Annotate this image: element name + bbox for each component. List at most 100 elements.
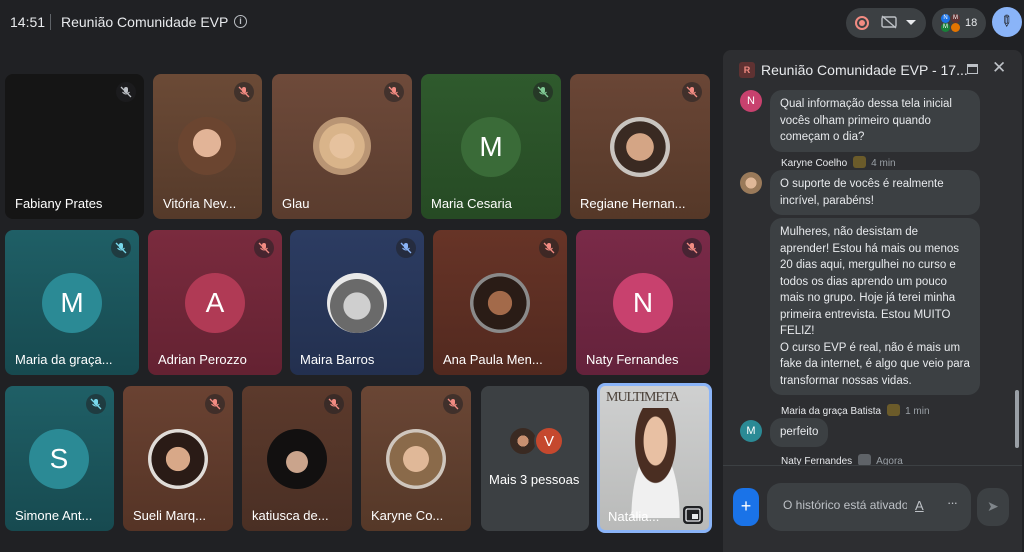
participant-name: Glau [282,196,310,211]
message-meta: Karyne Coelho 4 min [781,156,896,169]
avatar-letter: M [42,273,102,333]
meeting-logo: R [739,62,755,78]
participant-count: 18 [965,17,978,29]
info-icon[interactable]: i [234,15,247,28]
participant-name: Maria da graça... [15,352,113,367]
participant-name: Naty Fernandes [586,352,679,367]
chevron-down-icon[interactable] [906,20,916,25]
chat-scrollbar[interactable] [1015,390,1019,448]
chat-composer: + A ··· ➤ [723,465,1022,552]
mic-off-icon [682,238,702,258]
message-time: 1 min [905,406,930,417]
clock: 14:51 [10,14,46,30]
more-people-label: Mais 3 pessoas [489,472,580,487]
mic-off-icon [111,238,131,258]
avatar-photo [178,117,236,175]
message-meta: Maria da graça Batista 1 min [781,404,930,417]
self-video [618,408,693,518]
chat-title: Reunião Comunidade EVP - 17... [761,62,968,78]
participant-name: Natália... [608,509,660,524]
format-text-icon[interactable]: A [915,498,924,513]
participants-button[interactable]: N M M 18 [932,8,986,38]
mic-off-icon [234,82,254,102]
mic-off-icon [116,82,136,102]
participant-tile[interactable]: A Adrian Perozzo [148,230,282,375]
chat-bubble: perfeito [770,418,829,447]
avatar-letter: V [534,426,564,456]
recording-controls[interactable] [846,8,926,38]
chat-bubble: Mulheres, não desistam de aprender! Esto… [770,218,980,395]
self-view-tile[interactable]: MULTIMETA Natália... [597,383,712,533]
calendar-icon[interactable] [967,64,978,74]
participant-tile[interactable]: Vitória Nev... [153,74,262,219]
participant-name: Ana Paula Men... [443,352,543,367]
participant-tile[interactable]: M Maria Cesaria [421,74,561,219]
pen-sparkle-icon: ✎ [995,10,1017,32]
more-options-icon[interactable]: ··· [947,495,958,510]
participant-name: Vitória Nev... [163,196,237,211]
captions-off-icon[interactable] [881,15,897,32]
send-button[interactable]: ➤ [977,488,1009,526]
avatar: N [740,90,762,112]
participant-tile[interactable]: M Maria da graça... [5,230,139,375]
participant-tile[interactable]: S Simone Ant... [5,386,114,531]
participant-tile[interactable]: N Naty Fernandes [576,230,710,375]
participant-name: Karyne Co... [371,508,444,523]
meeting-title: Reunião Comunidade EVP [61,14,229,30]
mic-off-icon [682,82,702,102]
top-bar: 14:51 Reunião Comunidade EVP i N M M 18 … [0,0,1024,44]
participant-name: Fabiany Prates [15,196,103,211]
avatar-photo [610,117,670,177]
participant-tile[interactable]: Ana Paula Men... [433,230,567,375]
sender-name: Maria da graça Batista [781,406,882,417]
chat-messages: N Qual informação dessa tela inicial voc… [723,90,1022,466]
wall-sign-text: MULTIMETA [606,390,680,405]
pip-icon[interactable] [683,506,703,524]
avatar-photo [267,429,327,489]
host-badge-icon [887,404,901,416]
avatar-letter: S [29,429,89,489]
mic-off-icon [324,394,344,414]
participant-tile[interactable]: Fabiany Prates [5,74,144,219]
more-participants-tile[interactable]: V Mais 3 pessoas [481,386,589,531]
participant-tile[interactable]: katiusca de... [242,386,352,531]
participant-name: katiusca de... [252,508,329,523]
avatar-letter: M [461,117,521,177]
record-icon[interactable] [855,16,869,30]
chat-panel: R Reunião Comunidade EVP - 17... ✕ N Qua… [723,50,1022,552]
mic-off-icon [254,238,274,258]
avatar-letter: A [185,273,245,333]
close-icon[interactable]: ✕ [992,58,1006,78]
add-button[interactable]: + [733,488,759,526]
message-input[interactable] [783,498,907,512]
mini-avatar: N [941,14,950,23]
message-time: 4 min [871,158,896,169]
participant-tile[interactable]: Sueli Marq... [123,386,233,531]
participant-tile[interactable]: Regiane Hernan... [570,74,710,219]
mini-avatar [951,23,960,32]
avatar-letter: N [613,273,673,333]
chat-bubble: O suporte de vocês é realmente incrível,… [770,170,980,215]
participant-tile[interactable]: Karyne Co... [361,386,471,531]
mic-off-icon [384,82,404,102]
gemini-button[interactable]: ✎ [992,7,1022,37]
avatar-photo [386,429,446,489]
participant-name: Simone Ant... [15,508,93,523]
participant-name: Maria Cesaria [431,196,512,211]
chat-bubble: Qual informação dessa tela inicial vocês… [770,90,980,152]
mic-off-icon [533,82,553,102]
mini-avatar: M [941,23,950,32]
mini-avatar: M [951,14,960,23]
message-input-box[interactable]: A ··· [767,483,971,531]
mic-off-icon [396,238,416,258]
avatar: M [740,420,762,442]
mic-off-icon [443,394,463,414]
host-badge-icon [853,156,867,168]
participant-name: Regiane Hernan... [580,196,686,211]
participant-name: Adrian Perozzo [158,352,247,367]
mic-off-icon [86,394,106,414]
avatar [740,172,762,194]
sender-name: Karyne Coelho [781,158,848,169]
participant-tile[interactable]: Glau [272,74,412,219]
participant-tile[interactable]: Maira Barros [290,230,424,375]
